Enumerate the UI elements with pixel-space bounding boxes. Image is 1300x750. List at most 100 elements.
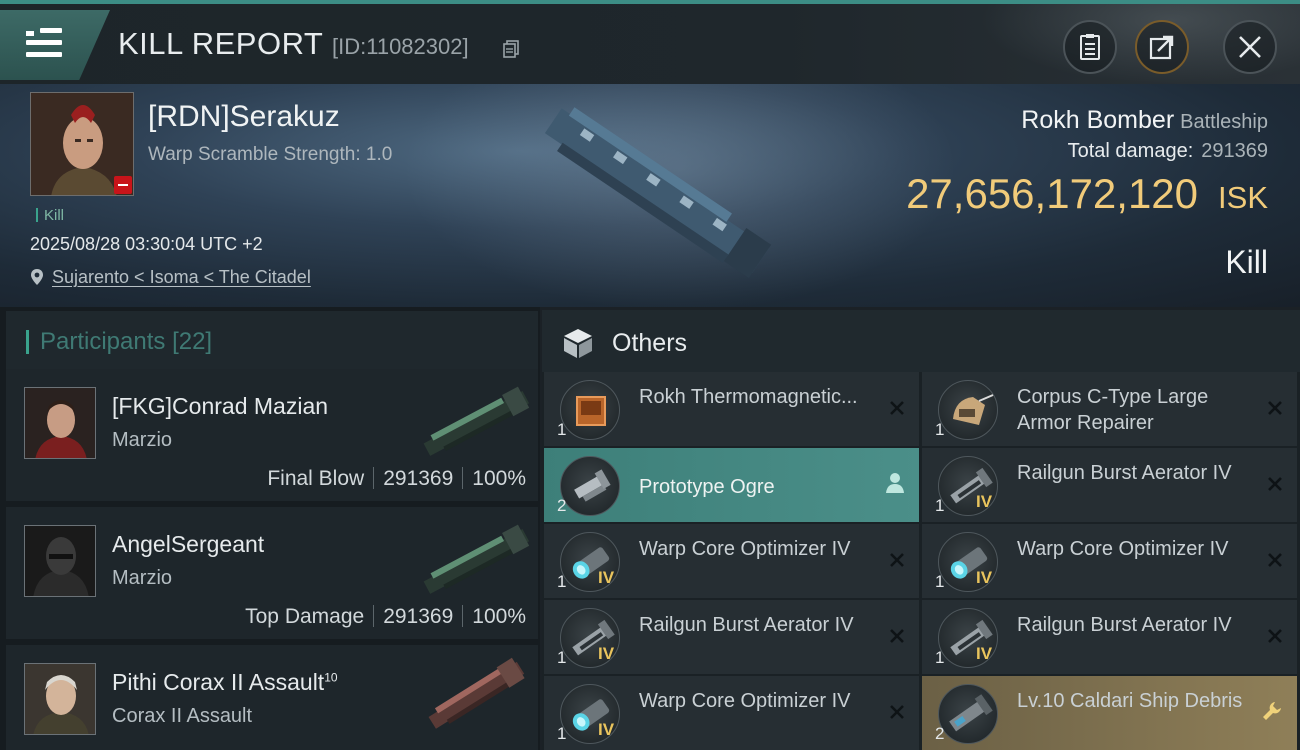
participant-name: Pithi Corax II Assault10 [112,669,338,696]
item-tier: IV [598,644,615,663]
participant-damage: 291369 [383,467,454,490]
kill-result: Kill [1225,244,1268,280]
hull-plate-icon [560,380,620,440]
item-name: Warp Core Optimizer IV [1017,538,1229,560]
item-slot[interactable]: 1 IV Warp Core Optimizer IV [544,524,919,598]
item-name: Prototype Ogre [639,476,775,498]
participants-count: [22] [172,328,213,355]
isk-amount: 27,656,172,120 [906,170,1199,217]
ship-class: Battleship [1180,111,1268,133]
copy-icon[interactable] [503,40,519,58]
item-qty: 2 [557,496,567,515]
participant-stats: Final Blow 291369 100% [267,467,526,491]
share-icon [1149,35,1174,60]
participant-level: 10 [324,670,338,685]
item-slot[interactable]: 1 IV Railgun Burst Aerator IV [544,600,919,674]
kill-location[interactable]: Sujarento < Isoma < The Citadel [30,267,311,288]
item-slot[interactable]: 1 IV Warp Core Optimizer IV [544,676,919,750]
participant-name: [FKG]Conrad Mazian [112,393,329,419]
item-qty: 1 [935,496,945,515]
participant-name-text: Pithi Corax II Assault [112,669,325,695]
item-slot[interactable]: 2 Prototype Ogre [544,448,919,522]
isk-unit: ISK [1218,180,1268,215]
others-header: Others [542,310,1300,372]
participant-ship: Marzio [112,429,173,451]
item-name: Warp Core Optimizer IV [639,690,851,712]
item-tier: IV [598,720,615,739]
top-bar: KILL REPORT [ID:11082302] [0,0,1300,84]
item-tier: IV [976,568,993,587]
total-damage-label: Total damage: [1067,140,1194,162]
page-title: KILL REPORT [118,26,324,61]
close-button[interactable] [1223,20,1277,74]
menu-icon-notch [26,31,34,36]
avatar [24,663,96,735]
participant-percent: 100% [472,467,526,490]
item-qty: 1 [557,420,567,439]
close-icon [1268,401,1282,415]
item-qty: 1 [935,648,945,667]
close-icon [890,553,904,567]
item-name: Corpus C-Type Large Armor Repairer [1017,386,1209,434]
close-icon [1239,36,1261,58]
cube-icon [564,329,592,358]
item-qty: 1 [935,572,945,591]
wrench-icon [1263,702,1281,720]
debris-icon [938,684,998,744]
others-title: Others [612,329,688,357]
total-damage: Total damage: 291369 [1068,140,1268,163]
participants-panel: Participants [22] [FKG]Conrad Mazian Mar… [0,307,540,750]
kill-datetime: 2025/08/28 03:30:04 UTC +2 [30,234,263,254]
armor-repairer-icon [938,380,998,440]
close-icon [890,629,904,643]
item-name: Railgun Burst Aerator IV [1017,614,1232,636]
participant-ship-image [423,524,530,594]
participant-role: Final Blow [267,467,365,490]
close-icon [1268,553,1282,567]
location-link[interactable]: Sujarento < Isoma < The Citadel [52,267,311,287]
pilot-icon [886,473,904,493]
total-damage-value: 291369 [1201,140,1268,162]
item-qty: 1 [557,648,567,667]
clipboard-icon [1080,34,1100,60]
item-name: Railgun Burst Aerator IV [1017,462,1232,484]
item-slot[interactable]: 1 Corpus C-Type Large Armor Repairer [922,372,1297,446]
item-slot[interactable]: 1 IV Railgun Burst Aerator IV [922,448,1297,522]
participant-role: Top Damage [245,605,365,628]
drone-icon [560,456,620,516]
participant-percent: 100% [472,605,526,628]
hostile-badge [114,176,132,194]
ship-type-name[interactable]: Rokh Bomber [1021,106,1174,134]
participant-row[interactable]: [FKG]Conrad Mazian Marzio Final Blow 2913… [6,369,538,501]
close-icon [1268,629,1282,643]
participants-title: Participants [22] [40,328,212,356]
item-slot[interactable]: 1 IV Warp Core Optimizer IV [922,524,1297,598]
item-slot[interactable]: 1 IV Railgun Burst Aerator IV [922,600,1297,674]
others-panel: Others 1 Rokh Thermomagnetic... 1 Corpus… [542,310,1300,750]
victim-name[interactable]: [RDN]Serakuz [148,100,340,134]
item-tier: IV [976,492,993,511]
warp-scramble-strength: Warp Scramble Strength: 1.0 [148,144,393,165]
item-qty: 1 [557,572,567,591]
close-icon [890,401,904,415]
participant-stats: Top Damage 291369 100% [245,605,526,629]
share-button[interactable] [1135,20,1189,74]
isk-value: 27,656,172,120 ISK [906,170,1268,218]
kill-tag: Kill [36,207,64,224]
participants-label: Participants [40,328,166,355]
participants-header: Participants [22] [6,311,538,369]
participant-damage: 291369 [383,605,454,628]
participant-row[interactable]: Pithi Corax II Assault10 Corax II Assaul… [6,645,538,750]
item-name: Warp Core Optimizer IV [639,538,851,560]
item-slot[interactable]: 1 Rokh Thermomagnetic... [544,372,919,446]
participant-row[interactable]: AngelSergeant Marzio Top Damage 291369 100… [6,507,538,639]
section-accent [26,330,29,354]
participant-ship: Corax II Assault [112,705,253,727]
item-qty: 1 [935,420,945,439]
item-slot[interactable]: 2 Lv.10 Caldari Ship Debris [922,676,1297,750]
close-icon [1268,477,1282,491]
avatar [24,525,96,597]
item-name: Rokh Thermomagnetic... [639,386,858,408]
clipboard-button[interactable] [1063,20,1117,74]
menu-button[interactable] [0,10,110,80]
